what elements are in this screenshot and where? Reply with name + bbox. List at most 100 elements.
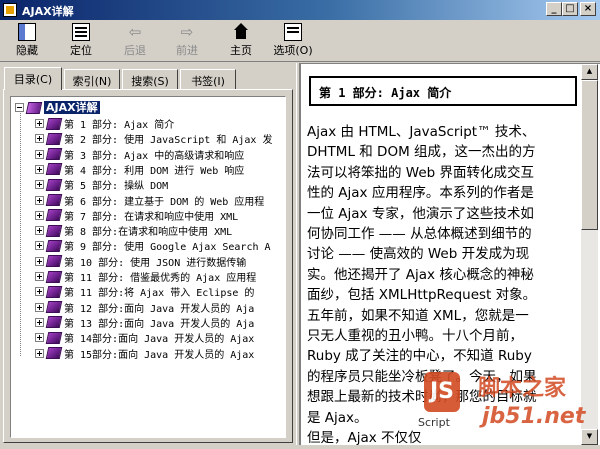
expand-icon[interactable] bbox=[35, 302, 44, 312]
scroll-up-icon[interactable]: ▲ bbox=[581, 64, 598, 80]
tree-item[interactable]: 第 5 部分: 操纵 DOM bbox=[35, 177, 168, 193]
tree-item[interactable]: 第 13 部分:面向 Java 开发人员的 Aja bbox=[35, 315, 254, 331]
contents-tree[interactable]: AJAX详解 第 1 部分: Ajax 简介第 2 部分: 使用 JavaScr… bbox=[10, 96, 286, 438]
tab-bookmarks[interactable]: 书签(I) bbox=[180, 69, 236, 89]
expand-icon[interactable] bbox=[35, 317, 44, 327]
expand-icon[interactable] bbox=[35, 348, 44, 358]
tree-item[interactable]: 第 6 部分: 建立基于 DOM 的 Web 应用程 bbox=[35, 193, 264, 209]
tree-item[interactable]: 第 10 部分: 使用 JSON 进行数据传输 bbox=[35, 254, 246, 270]
collapse-icon[interactable] bbox=[15, 103, 24, 112]
expand-icon[interactable] bbox=[35, 210, 44, 220]
tab-contents[interactable]: 目录(C) bbox=[4, 67, 62, 90]
expand-icon[interactable] bbox=[35, 272, 44, 281]
article-line: 五年前，如果不知道 XML，您就是一 bbox=[307, 307, 529, 324]
home-button[interactable]: 主页 bbox=[216, 22, 266, 60]
book-icon bbox=[45, 178, 63, 191]
tree-item-label: 第 14部分:面向 Java 开发人员的 Ajax bbox=[64, 334, 255, 346]
book-icon bbox=[45, 194, 63, 206]
book-icon bbox=[45, 163, 63, 176]
book-icon bbox=[45, 316, 63, 329]
tree-item[interactable]: 第 15部分:面向 Java 开发人员的 Ajax bbox=[35, 346, 254, 362]
tree-item-label: 第 9 部分: 使用 Google Ajax Search A bbox=[64, 242, 271, 254]
expand-icon[interactable] bbox=[35, 226, 44, 236]
tree-item[interactable]: 第 12 部分:面向 Java 开发人员的 Aja bbox=[35, 300, 254, 316]
tree-item[interactable]: 第 11 部分:将 Ajax 带入 Eclipse 的 bbox=[35, 284, 254, 300]
tree-item-label: 第 6 部分: 建立基于 DOM 的 Web 应用程 bbox=[64, 196, 265, 208]
watermark-logo-sub: Script bbox=[418, 416, 450, 429]
forward-label: 前进 bbox=[176, 44, 198, 57]
expand-icon[interactable] bbox=[35, 241, 44, 251]
tree-item[interactable]: 第 4 部分: 利用 DOM 进行 Web 响应 bbox=[35, 162, 244, 178]
contents-panel: AJAX详解 第 1 部分: Ajax 简介第 2 部分: 使用 JavaScr… bbox=[3, 89, 293, 443]
locate-label: 定位 bbox=[70, 44, 92, 57]
expand-icon[interactable] bbox=[35, 164, 44, 174]
tree-item-label: 第 12 部分:面向 Java 开发人员的 Aja bbox=[64, 303, 255, 315]
tree-item[interactable]: 第 8 部分:在请求和响应中使用 XML bbox=[35, 223, 232, 239]
tree-item[interactable]: 第 1 部分: Ajax 简介 bbox=[35, 116, 174, 132]
article-line: 性的 Ajax 应用程序。本系列的作者是 bbox=[307, 185, 534, 202]
tree-item-label: 第 13 部分:面向 Java 开发人员的 Aja bbox=[64, 318, 255, 330]
back-arrow-icon: ⇦ bbox=[128, 23, 142, 41]
tab-search[interactable]: 搜索(S) bbox=[122, 69, 178, 89]
tree-item-label: 第 8 部分:在请求和响应中使用 XML bbox=[64, 227, 233, 239]
article-line: 一位 Ajax 专家，他演示了这些技术如 bbox=[307, 205, 534, 222]
article-line: 只无人重视的丑小鸭。十八个月前， bbox=[307, 328, 523, 345]
hide-icon bbox=[18, 23, 36, 41]
scroll-thumb[interactable] bbox=[581, 80, 598, 230]
options-label: 选项(O) bbox=[273, 44, 313, 57]
tree-item-label: 第 4 部分: 利用 DOM 进行 Web 响应 bbox=[64, 165, 245, 177]
expand-icon[interactable] bbox=[35, 134, 44, 144]
book-icon bbox=[45, 148, 63, 161]
site-watermark: JS Script 脚本之家 jb51.net bbox=[418, 366, 596, 442]
home-label: 主页 bbox=[230, 44, 252, 57]
forward-button[interactable]: ⇨ 前进 bbox=[162, 22, 212, 60]
article-line: Ajax 由 HTML、JavaScript™ 技术、 bbox=[307, 124, 536, 140]
tree-item[interactable]: 第 9 部分: 使用 Google Ajax Search A bbox=[35, 238, 271, 254]
maximize-button[interactable]: □ bbox=[562, 2, 578, 16]
hide-button[interactable]: 隐藏 bbox=[2, 22, 52, 60]
book-icon bbox=[45, 347, 63, 359]
expand-icon[interactable] bbox=[35, 180, 44, 190]
expand-icon[interactable] bbox=[35, 333, 44, 343]
expand-icon[interactable] bbox=[35, 149, 44, 159]
tree-root-node[interactable]: AJAX详解 bbox=[15, 99, 100, 115]
locate-button[interactable]: 定位 bbox=[56, 22, 106, 60]
close-button[interactable]: × bbox=[580, 2, 596, 16]
article-line: 讨论 —— 使高效的 Web 开发成为现 bbox=[307, 246, 530, 263]
tree-item[interactable]: 第 2 部分: 使用 JavaScript 和 Ajax 发 bbox=[35, 131, 272, 147]
tree-item-label: 第 2 部分: 使用 JavaScript 和 Ajax 发 bbox=[64, 135, 273, 147]
options-icon bbox=[284, 23, 302, 41]
home-icon bbox=[232, 23, 250, 41]
back-label: 后退 bbox=[124, 44, 146, 57]
article-line: 实。他还揭开了 Ajax 核心概念的神秘 bbox=[307, 266, 534, 283]
watermark-url: jb51.net bbox=[482, 404, 586, 429]
tree-item[interactable]: 第 14部分:面向 Java 开发人员的 Ajax bbox=[35, 330, 254, 346]
tree-item[interactable]: 第 3 部分: Ajax 中的高级请求和响应 bbox=[35, 147, 244, 163]
title-bar: AJAX详解 _ □ × bbox=[0, 0, 600, 20]
expand-icon[interactable] bbox=[35, 256, 44, 266]
book-icon bbox=[45, 255, 63, 268]
tab-index[interactable]: 索引(N) bbox=[64, 69, 120, 89]
options-button[interactable]: 选项(O) bbox=[268, 22, 318, 60]
toolbar: 隐藏 定位 ⇦ 后退 ⇨ 前进 主页 选项(O) bbox=[0, 20, 600, 62]
window-title: AJAX详解 bbox=[22, 5, 74, 18]
tree-item-label: 第 1 部分: Ajax 简介 bbox=[64, 120, 175, 131]
article-line: Ruby 成了关注的中心，不知道 Ruby bbox=[307, 348, 532, 365]
open-book-icon bbox=[25, 101, 43, 114]
watermark-site-name: 脚本之家 bbox=[478, 376, 567, 401]
book-icon bbox=[45, 209, 63, 222]
tree-item-label: 第 10 部分: 使用 JSON 进行数据传输 bbox=[64, 257, 247, 269]
book-icon bbox=[45, 331, 63, 344]
expand-icon[interactable] bbox=[35, 195, 44, 205]
expand-icon[interactable] bbox=[35, 287, 44, 297]
minimize-button[interactable]: _ bbox=[546, 2, 562, 16]
expand-icon[interactable] bbox=[35, 119, 44, 128]
article-line: 何协同工作 —— 从总体概述到细节的 bbox=[307, 226, 532, 243]
navigation-pane: 目录(C) 索引(N) 搜索(S) 书签(I) AJAX详解 第 1 部分: A… bbox=[0, 63, 296, 445]
tree-item[interactable]: 第 11 部分: 借鉴最优秀的 Ajax 应用程 bbox=[35, 269, 256, 285]
back-button[interactable]: ⇦ 后退 bbox=[110, 22, 160, 60]
tree-item-label: 第 7 部分: 在请求和响应中使用 XML bbox=[64, 211, 239, 223]
article-title: 第 1 部分: Ajax 简介 bbox=[309, 76, 577, 106]
hide-label: 隐藏 bbox=[16, 44, 38, 57]
tree-item[interactable]: 第 7 部分: 在请求和响应中使用 XML bbox=[35, 208, 238, 224]
